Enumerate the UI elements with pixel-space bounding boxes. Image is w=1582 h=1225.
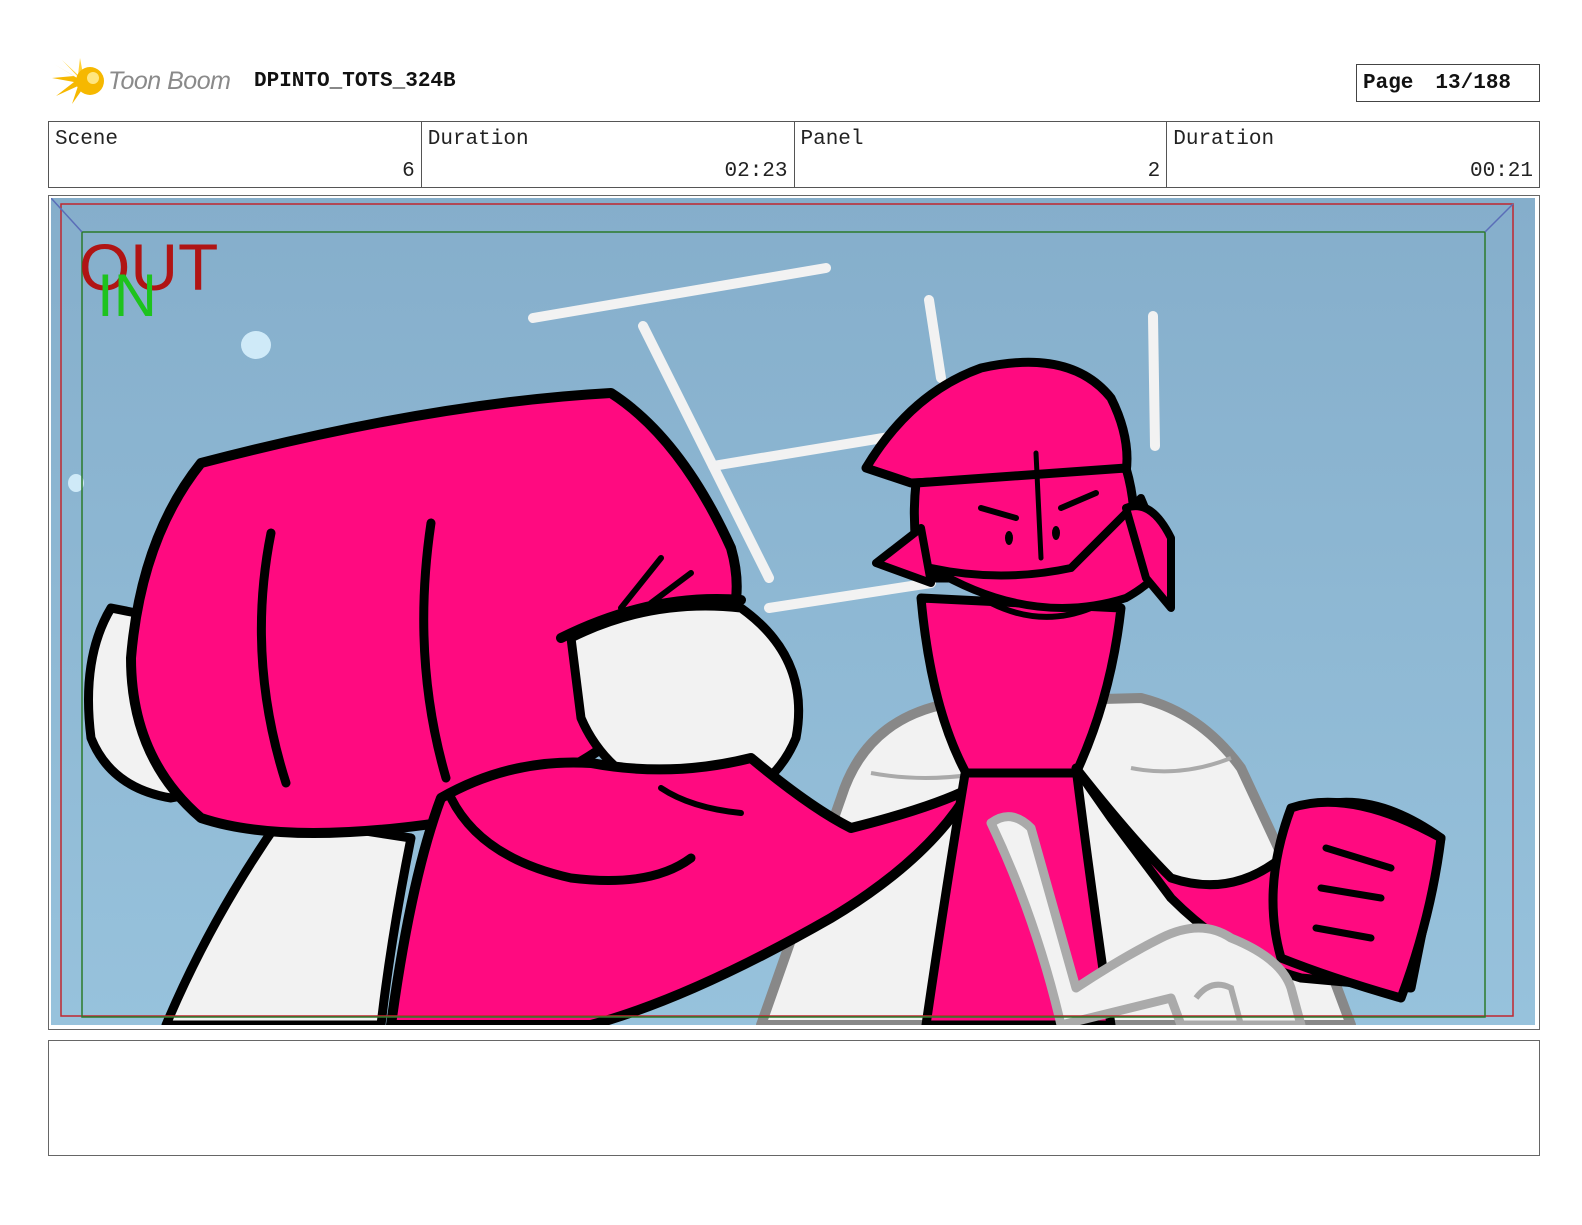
storyboard-header: Toon Boom DPINTO_TOTS_324B Page 13/188 — [48, 56, 1540, 106]
panel-frame: OUT IN — [48, 195, 1540, 1030]
panel-duration-value: 00:21 — [1469, 160, 1533, 183]
page-indicator: Page 13/188 — [1356, 64, 1540, 102]
in-marker: IN — [97, 262, 157, 329]
project-title: DPINTO_TOTS_324B — [254, 70, 456, 93]
scene-duration-cell: Duration 02:23 — [422, 122, 795, 187]
scene-duration-value: 02:23 — [724, 160, 788, 183]
panel-drawing: OUT IN — [51, 198, 1535, 1025]
panel-value: 2 — [1147, 160, 1161, 183]
action-notes-box — [48, 1040, 1540, 1156]
snow-dot — [241, 331, 271, 359]
scene-info-table: Scene 6 Duration 02:23 Panel 2 Duration … — [48, 121, 1540, 188]
page-label: Page — [1363, 71, 1414, 95]
toon-boom-logo: Toon Boom — [52, 58, 242, 104]
scene-label: Scene — [55, 128, 119, 151]
panel-cell: Panel 2 — [795, 122, 1168, 187]
logo-text: Toon Boom — [108, 67, 231, 95]
panel-duration-label: Duration — [1173, 128, 1275, 151]
scene-cell: Scene 6 — [49, 122, 422, 187]
scene-duration-label: Duration — [427, 128, 529, 151]
panel-duration-cell: Duration 00:21 — [1167, 122, 1539, 187]
starburst-icon — [52, 58, 104, 104]
panel-label: Panel — [800, 128, 864, 151]
page-number: 13/188 — [1435, 71, 1512, 95]
scene-value: 6 — [402, 160, 415, 183]
